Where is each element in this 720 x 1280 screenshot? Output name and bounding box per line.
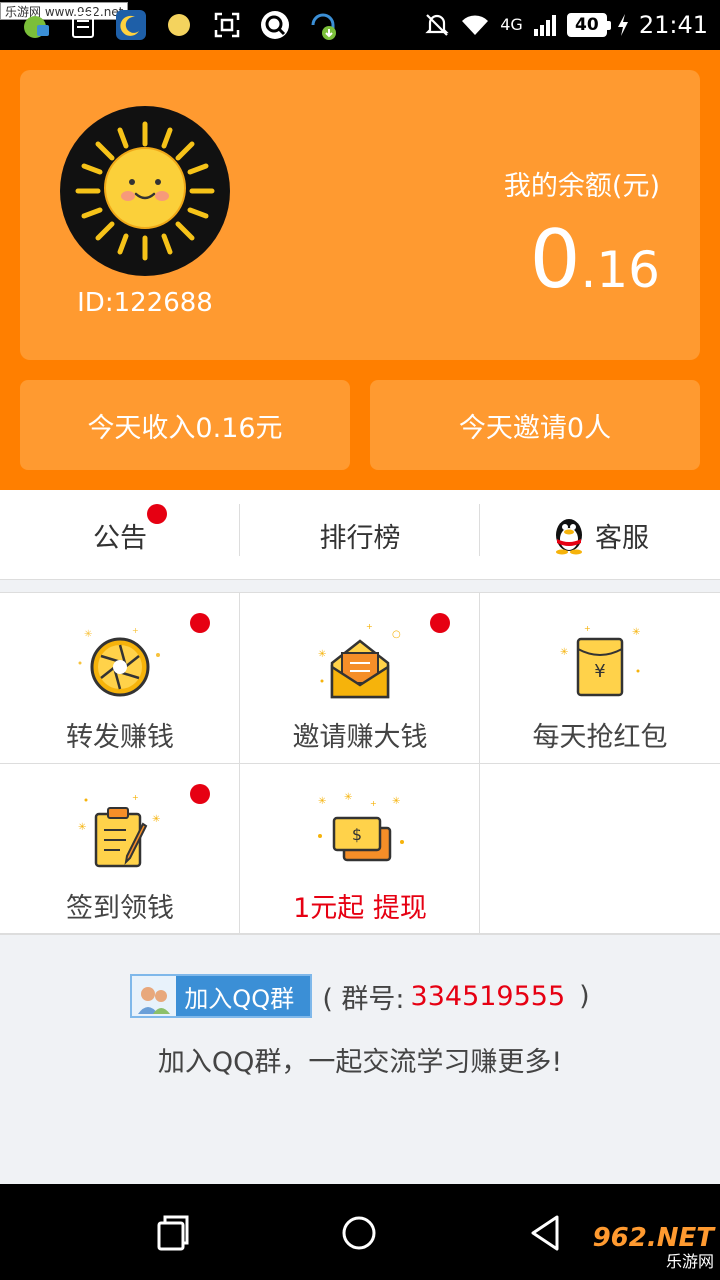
clipboard-icon: ✳ ✳ + — [78, 793, 160, 868]
grid-item-invite-earn[interactable]: ✳ ○ + 邀请赚大钱 — [240, 593, 480, 764]
notification-badge — [190, 784, 210, 804]
charging-icon — [617, 14, 628, 36]
svg-text:+: + — [132, 626, 139, 635]
tab-leaderboard[interactable]: 排行榜 — [240, 490, 480, 580]
cash-icon: ✳ ✳ ✳ + $ — [318, 792, 404, 862]
notification-badge — [147, 504, 167, 524]
bell-muted-icon — [425, 14, 449, 36]
profile-card: ID:122688 我的余额(元) 0.16 — [20, 70, 700, 360]
balance-decimal: .16 — [580, 241, 660, 299]
envelope-icon: ✳ ○ + — [318, 622, 401, 699]
grid-item-label: 签到领钱 — [66, 893, 174, 924]
tab-bar: 公告 排行榜 客服 — [0, 490, 720, 580]
balance-value: 0.16 — [530, 220, 660, 300]
feature-grid: ✳ + 转发赚钱 ✳ ○ + 邀请赚大钱 ✳ ✳ + ¥ 每天抢红包 ✳ ✳ +… — [0, 592, 720, 935]
aperture-icon: ✳ + — [78, 626, 160, 697]
group-number: 334519555 — [410, 980, 566, 1012]
balance-label: 我的余额(元) — [503, 171, 660, 202]
grid-item-checkin[interactable]: ✳ ✳ + 签到领钱 — [0, 764, 240, 935]
grid-item-withdraw[interactable]: ✳ ✳ ✳ + $ 1元起 提现 — [240, 764, 480, 935]
group-number-suffix: ) — [579, 980, 590, 1012]
grid-item-red-packet[interactable]: ✳ ✳ + ¥ 每天抢红包 — [480, 593, 720, 764]
group-people-icon — [132, 976, 177, 1016]
today-invites-button[interactable]: 今天邀请0人 — [370, 380, 700, 470]
status-right-cluster: 4G 40 21:41 — [424, 0, 708, 50]
qq-group-tip: 加入QQ群，一起交流学习赚更多! — [157, 1047, 563, 1078]
qq-group-row: 加入QQ群 ( 群号: 334519555 ) — [0, 972, 720, 1020]
balance-integer: 0 — [529, 213, 581, 306]
back-button[interactable] — [520, 1208, 570, 1258]
tab-label: 客服 — [595, 522, 649, 554]
user-id: ID:122688 — [77, 288, 213, 318]
watermark-sub-text: 乐游网 — [665, 1252, 714, 1271]
grid-item-share-earn[interactable]: ✳ + 转发赚钱 — [0, 593, 240, 764]
tab-announcement[interactable]: 公告 — [0, 490, 240, 580]
moon-app-icon — [114, 9, 148, 41]
svg-text:✳: ✳ — [344, 792, 352, 803]
tab-label: 排行榜 — [319, 522, 401, 554]
svg-text:○: ○ — [392, 629, 401, 640]
back-icon — [531, 1215, 559, 1251]
sun-face-icon — [75, 121, 215, 261]
grid-item-label: 转发赚钱 — [66, 722, 174, 753]
site-watermark: 962.NET 乐游网 — [582, 1224, 714, 1276]
svg-text:+: + — [584, 624, 591, 633]
download-icon — [306, 9, 340, 41]
svg-text:$: $ — [352, 825, 362, 844]
account-header: ID:122688 我的余额(元) 0.16 今天收入0.16元 今天邀请0人 — [0, 50, 720, 490]
notification-badge — [430, 613, 450, 633]
svg-text:✳: ✳ — [632, 627, 640, 638]
document-icon — [66, 9, 100, 41]
system-nav-bar: 962.NET 乐游网 — [0, 1184, 720, 1280]
sun-icon — [162, 9, 196, 41]
svg-text:+: + — [132, 793, 139, 802]
svg-text:✳: ✳ — [78, 822, 86, 833]
grid-item-label: 1元起 提现 — [293, 893, 427, 924]
today-income-button[interactable]: 今天收入0.16元 — [20, 380, 350, 470]
home-icon — [342, 1216, 376, 1250]
group-number-prefix: ( 群号: — [322, 983, 405, 1015]
status-bar: 乐游网 www.962.net 4G 40 21:41 — [0, 0, 720, 50]
avatar[interactable] — [60, 106, 230, 276]
app-notification-icon — [18, 9, 52, 41]
svg-text:¥: ¥ — [594, 661, 605, 682]
svg-text:✳: ✳ — [318, 649, 326, 660]
join-qq-group-button[interactable]: 加入QQ群 — [130, 974, 313, 1018]
clock-time: 21:41 — [638, 11, 708, 39]
tab-label: 公告 — [93, 522, 147, 554]
svg-text:✳: ✳ — [392, 796, 400, 807]
watermark-logo-text: 962.NET — [592, 1223, 714, 1253]
join-qq-group-label: 加入QQ群 — [184, 984, 295, 1013]
qq-penguin-icon — [556, 519, 582, 555]
red-packet-icon: ✳ ✳ + ¥ — [560, 624, 640, 697]
grid-item-empty — [480, 764, 720, 935]
network-type-label: 4G — [500, 15, 523, 34]
svg-text:✳: ✳ — [318, 796, 326, 807]
recents-icon — [157, 1215, 189, 1251]
search-app-icon — [258, 9, 292, 41]
recents-button[interactable] — [148, 1208, 198, 1258]
battery-icon: 40 — [566, 13, 611, 37]
tab-customer-service[interactable]: 客服 — [480, 490, 720, 580]
scan-icon — [210, 9, 244, 41]
svg-text:✳: ✳ — [560, 647, 568, 658]
grid-item-label: 邀请赚大钱 — [292, 722, 428, 753]
signal-icon — [533, 15, 556, 36]
svg-text:+: + — [366, 622, 373, 631]
grid-item-label: 每天抢红包 — [532, 722, 668, 753]
svg-text:✳: ✳ — [84, 629, 92, 640]
home-button[interactable] — [334, 1208, 384, 1258]
wifi-icon — [462, 15, 489, 35]
svg-text:+: + — [370, 799, 377, 808]
notification-badge — [190, 613, 210, 633]
svg-text:✳: ✳ — [152, 814, 160, 825]
